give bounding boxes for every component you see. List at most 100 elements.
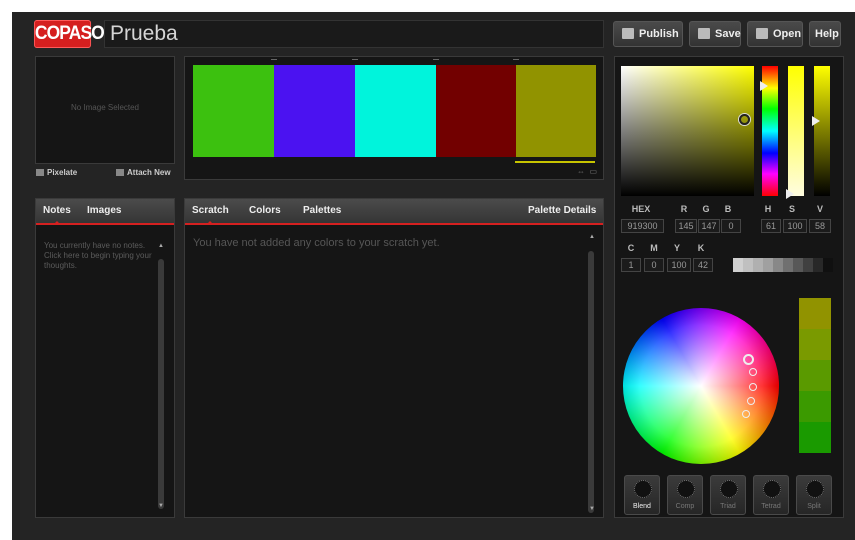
saturation-slider[interactable]: [788, 66, 804, 196]
tab-notes[interactable]: Notes: [43, 199, 71, 225]
attach-new-button[interactable]: Attach New: [116, 168, 171, 177]
gray-swatch[interactable]: [733, 258, 743, 272]
hex-input[interactable]: 919300: [621, 219, 664, 233]
publish-label: Publish: [639, 28, 679, 40]
k-input[interactable]: 42: [693, 258, 713, 272]
wheel-pointer[interactable]: [749, 383, 757, 391]
harmony-swatch[interactable]: [799, 360, 831, 391]
m-input[interactable]: 0: [644, 258, 664, 272]
triad-button[interactable]: Triad: [710, 475, 746, 515]
r-label: R: [680, 204, 688, 214]
open-label: Open: [773, 28, 802, 40]
gray-swatch[interactable]: [793, 258, 803, 272]
palette-swatch-panel: ⇔ ▭: [184, 56, 604, 180]
pixelate-icon: [36, 169, 44, 176]
split-label: Split: [807, 503, 821, 510]
wheel-pointer[interactable]: [747, 397, 755, 405]
harmony-swatch[interactable]: [799, 298, 831, 329]
palette-title-field[interactable]: Prueba: [104, 20, 604, 48]
gray-swatch[interactable]: [743, 258, 753, 272]
harmony-swatch[interactable]: [799, 329, 831, 360]
swatch-divider-handle[interactable]: [352, 59, 358, 62]
palette-swatch[interactable]: [436, 65, 516, 157]
notes-panel: Notes Images You currently have no notes…: [35, 198, 175, 518]
comp-button[interactable]: Comp: [667, 475, 703, 515]
tetrad-button[interactable]: Tetrad: [753, 475, 789, 515]
y-label: Y: [673, 243, 680, 253]
save-button[interactable]: Save: [689, 21, 741, 47]
harmony-swatch[interactable]: [799, 422, 831, 453]
pixelate-button[interactable]: Pixelate: [36, 168, 77, 177]
saturation-value-box[interactable]: [621, 66, 754, 196]
blend-button[interactable]: Blend: [624, 475, 660, 515]
tab-scratch[interactable]: Scratch: [192, 199, 229, 225]
notes-scrollbar[interactable]: [158, 259, 164, 509]
copaso-logo: COPASO: [34, 20, 105, 48]
scroll-up-arrow[interactable]: ▲: [158, 243, 164, 249]
h-input[interactable]: 61: [761, 219, 781, 233]
gray-swatch[interactable]: [783, 258, 793, 272]
palette-swatch[interactable]: [355, 65, 436, 157]
wheel-pointer[interactable]: [742, 410, 750, 418]
b-input[interactable]: 0: [721, 219, 741, 233]
value-slider-handle[interactable]: [812, 116, 820, 126]
attach-icon: [116, 169, 124, 176]
publish-button[interactable]: Publish: [613, 21, 683, 47]
notes-tabbar: Notes Images: [36, 199, 174, 225]
palette-swatch[interactable]: [193, 65, 274, 157]
comp-label: Comp: [675, 503, 695, 510]
open-button[interactable]: Open: [747, 21, 803, 47]
gray-swatch[interactable]: [763, 258, 773, 272]
gray-swatch[interactable]: [813, 258, 823, 272]
palette-swatch[interactable]: [516, 65, 596, 157]
wheel-pointer-primary[interactable]: [743, 354, 754, 365]
c-input[interactable]: 1: [621, 258, 641, 272]
harmony-swatch[interactable]: [799, 391, 831, 422]
wheel-pointer[interactable]: [749, 368, 757, 376]
hex-label: HEX: [631, 204, 651, 214]
save-label: Save: [715, 28, 741, 40]
swatch-divider-handle[interactable]: [513, 59, 519, 62]
tab-images[interactable]: Images: [87, 199, 121, 223]
gray-swatch[interactable]: [753, 258, 763, 272]
k-label: K: [697, 243, 705, 253]
help-button[interactable]: Help: [809, 21, 841, 47]
pixelate-label: Pixelate: [47, 168, 78, 177]
notes-empty-text[interactable]: You currently have no notes. Click here …: [44, 241, 154, 271]
blend-label: Blend: [633, 503, 651, 510]
s-input[interactable]: 100: [783, 219, 807, 233]
scratch-empty-text: You have not added any colors to your sc…: [193, 237, 440, 249]
gray-swatch[interactable]: [823, 258, 833, 272]
tab-colors[interactable]: Colors: [249, 199, 281, 223]
saturation-slider-handle[interactable]: [786, 189, 794, 199]
b-label: B: [724, 204, 732, 214]
gray-swatch[interactable]: [803, 258, 813, 272]
tetrad-dial-icon: [763, 480, 781, 498]
split-button[interactable]: Split: [796, 475, 832, 515]
resize-icon[interactable]: ⇔: [577, 167, 585, 176]
scroll-up-arrow[interactable]: ▲: [589, 234, 595, 240]
scroll-down-arrow[interactable]: ▼: [158, 503, 164, 509]
hue-slider-handle[interactable]: [760, 81, 768, 91]
palette-details-tab[interactable]: Palette Details: [528, 199, 596, 223]
r-input[interactable]: 145: [675, 219, 697, 233]
gray-swatch[interactable]: [773, 258, 783, 272]
swatch-divider-handle[interactable]: [433, 59, 439, 62]
blend-dial-icon: [634, 480, 652, 498]
app-window: COPASO Prueba Publish Save Open Help No …: [12, 12, 855, 540]
y-input[interactable]: 100: [667, 258, 691, 272]
image-panel[interactable]: No Image Selected: [35, 56, 175, 164]
g-input[interactable]: 147: [698, 219, 720, 233]
scroll-down-arrow[interactable]: ▼: [589, 506, 595, 512]
swatch-tools[interactable]: ⇔ ▭: [577, 167, 597, 176]
split-dial-icon: [806, 480, 824, 498]
grid-icon[interactable]: ▭: [589, 167, 597, 176]
value-slider[interactable]: [814, 66, 830, 196]
palette-swatch[interactable]: [274, 65, 355, 157]
scratch-scrollbar[interactable]: [588, 251, 594, 513]
v-input[interactable]: 58: [809, 219, 831, 233]
sv-pointer[interactable]: [739, 114, 750, 125]
triad-label: Triad: [720, 503, 736, 510]
swatch-divider-handle[interactable]: [271, 59, 277, 62]
tab-palettes[interactable]: Palettes: [303, 199, 341, 223]
